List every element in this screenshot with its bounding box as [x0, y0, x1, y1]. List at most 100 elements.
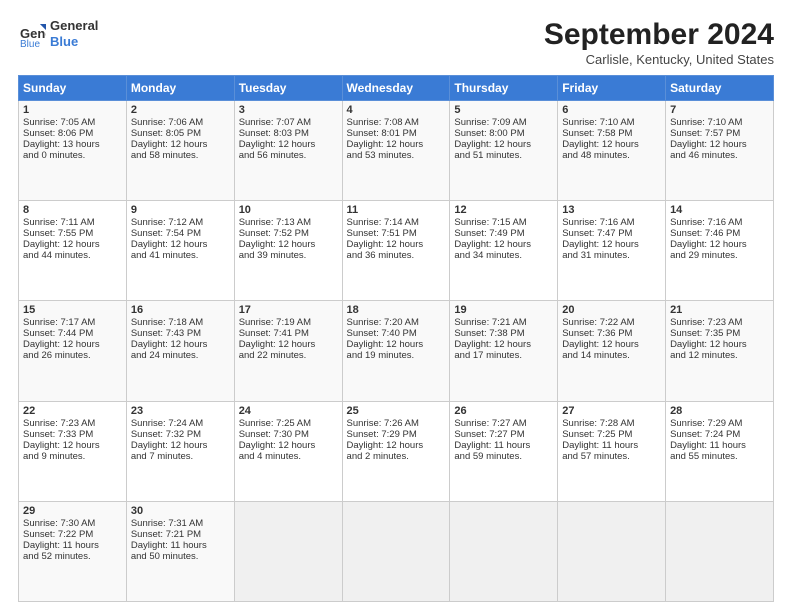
day-info-line: Sunset: 7:38 PM — [454, 328, 553, 339]
day-info-line: Daylight: 12 hours — [562, 139, 661, 150]
calendar-cell: 24Sunrise: 7:25 AMSunset: 7:30 PMDayligh… — [234, 401, 342, 501]
calendar-cell — [558, 501, 666, 601]
calendar-cell: 11Sunrise: 7:14 AMSunset: 7:51 PMDayligh… — [342, 201, 450, 301]
day-info-line: and 46 minutes. — [670, 150, 769, 161]
day-info-line: Sunset: 7:43 PM — [131, 328, 230, 339]
calendar-cell: 16Sunrise: 7:18 AMSunset: 7:43 PMDayligh… — [126, 301, 234, 401]
calendar-cell — [342, 501, 450, 601]
day-number: 5 — [454, 104, 553, 116]
day-info-line: Daylight: 11 hours — [23, 540, 122, 551]
calendar-cell: 10Sunrise: 7:13 AMSunset: 7:52 PMDayligh… — [234, 201, 342, 301]
calendar-cell — [450, 501, 558, 601]
day-number: 3 — [239, 104, 338, 116]
header-cell-monday: Monday — [126, 76, 234, 101]
day-info-line: Sunrise: 7:06 AM — [131, 117, 230, 128]
day-info-line: and 26 minutes. — [23, 350, 122, 361]
day-number: 11 — [347, 204, 446, 216]
calendar-header: SundayMondayTuesdayWednesdayThursdayFrid… — [19, 76, 774, 101]
week-row-0: 1Sunrise: 7:05 AMSunset: 8:06 PMDaylight… — [19, 101, 774, 201]
day-info-line: Sunrise: 7:20 AM — [347, 317, 446, 328]
day-number: 25 — [347, 405, 446, 417]
day-info-line: Sunset: 7:35 PM — [670, 328, 769, 339]
day-info-line: and 29 minutes. — [670, 250, 769, 261]
day-info-line: Sunset: 7:57 PM — [670, 128, 769, 139]
svg-text:Blue: Blue — [20, 39, 40, 48]
page: General Blue General Blue September 2024… — [0, 0, 792, 612]
logo-line1: General — [50, 18, 98, 34]
day-info-line: and 9 minutes. — [23, 451, 122, 462]
day-info-line: Sunrise: 7:12 AM — [131, 217, 230, 228]
day-info-line: Sunset: 7:27 PM — [454, 429, 553, 440]
calendar-cell: 28Sunrise: 7:29 AMSunset: 7:24 PMDayligh… — [666, 401, 774, 501]
day-number: 29 — [23, 505, 122, 517]
day-number: 30 — [131, 505, 230, 517]
day-info-line: Sunrise: 7:31 AM — [131, 518, 230, 529]
day-info-line: Sunrise: 7:26 AM — [347, 418, 446, 429]
header: General Blue General Blue September 2024… — [18, 18, 774, 67]
day-info-line: Sunrise: 7:17 AM — [23, 317, 122, 328]
day-info-line: Sunset: 7:33 PM — [23, 429, 122, 440]
day-info-line: Sunrise: 7:30 AM — [23, 518, 122, 529]
day-info-line: Sunrise: 7:22 AM — [562, 317, 661, 328]
day-info-line: Sunrise: 7:18 AM — [131, 317, 230, 328]
day-info-line: Daylight: 12 hours — [23, 239, 122, 250]
logo-line2: Blue — [50, 34, 98, 50]
day-info-line: Sunrise: 7:19 AM — [239, 317, 338, 328]
day-info-line: and 34 minutes. — [454, 250, 553, 261]
day-info-line: and 48 minutes. — [562, 150, 661, 161]
day-number: 22 — [23, 405, 122, 417]
day-number: 28 — [670, 405, 769, 417]
day-info-line: Sunset: 7:25 PM — [562, 429, 661, 440]
day-info-line: Sunset: 8:01 PM — [347, 128, 446, 139]
day-info-line: and 59 minutes. — [454, 451, 553, 462]
calendar-cell: 4Sunrise: 7:08 AMSunset: 8:01 PMDaylight… — [342, 101, 450, 201]
day-number: 23 — [131, 405, 230, 417]
month-title: September 2024 — [544, 18, 774, 52]
day-info-line: Sunrise: 7:10 AM — [670, 117, 769, 128]
day-info-line: Daylight: 12 hours — [562, 339, 661, 350]
day-info-line: and 44 minutes. — [23, 250, 122, 261]
day-info-line: Sunset: 8:00 PM — [454, 128, 553, 139]
header-cell-tuesday: Tuesday — [234, 76, 342, 101]
day-info-line: Sunset: 7:22 PM — [23, 529, 122, 540]
day-info-line: Sunrise: 7:10 AM — [562, 117, 661, 128]
logo-text: General Blue — [50, 18, 98, 49]
day-info-line: Sunrise: 7:14 AM — [347, 217, 446, 228]
day-info-line: Daylight: 12 hours — [347, 239, 446, 250]
day-info-line: Daylight: 12 hours — [239, 139, 338, 150]
day-number: 6 — [562, 104, 661, 116]
day-info-line: Daylight: 12 hours — [670, 139, 769, 150]
calendar-cell: 2Sunrise: 7:06 AMSunset: 8:05 PMDaylight… — [126, 101, 234, 201]
day-info-line: Daylight: 12 hours — [239, 339, 338, 350]
day-info-line: and 4 minutes. — [239, 451, 338, 462]
day-info-line: Sunrise: 7:09 AM — [454, 117, 553, 128]
day-info-line: and 57 minutes. — [562, 451, 661, 462]
calendar-cell: 23Sunrise: 7:24 AMSunset: 7:32 PMDayligh… — [126, 401, 234, 501]
day-info-line: Sunrise: 7:27 AM — [454, 418, 553, 429]
day-info-line: Sunrise: 7:16 AM — [670, 217, 769, 228]
day-info-line: Sunrise: 7:23 AM — [23, 418, 122, 429]
day-info-line: Sunset: 7:54 PM — [131, 228, 230, 239]
calendar-cell: 17Sunrise: 7:19 AMSunset: 7:41 PMDayligh… — [234, 301, 342, 401]
day-info-line: Sunset: 7:49 PM — [454, 228, 553, 239]
day-info-line: and 2 minutes. — [347, 451, 446, 462]
day-number: 20 — [562, 304, 661, 316]
day-info-line: and 24 minutes. — [131, 350, 230, 361]
day-number: 24 — [239, 405, 338, 417]
calendar-cell: 30Sunrise: 7:31 AMSunset: 7:21 PMDayligh… — [126, 501, 234, 601]
day-info-line: and 41 minutes. — [131, 250, 230, 261]
day-info-line: and 12 minutes. — [670, 350, 769, 361]
logo-icon: General Blue — [18, 20, 46, 48]
calendar-cell: 18Sunrise: 7:20 AMSunset: 7:40 PMDayligh… — [342, 301, 450, 401]
day-info-line: Sunrise: 7:11 AM — [23, 217, 122, 228]
day-number: 4 — [347, 104, 446, 116]
day-info-line: Sunrise: 7:08 AM — [347, 117, 446, 128]
day-info-line: and 0 minutes. — [23, 150, 122, 161]
calendar-cell: 8Sunrise: 7:11 AMSunset: 7:55 PMDaylight… — [19, 201, 127, 301]
day-info-line: and 51 minutes. — [454, 150, 553, 161]
calendar-cell: 14Sunrise: 7:16 AMSunset: 7:46 PMDayligh… — [666, 201, 774, 301]
day-number: 17 — [239, 304, 338, 316]
day-info-line: Sunset: 8:06 PM — [23, 128, 122, 139]
day-info-line: and 36 minutes. — [347, 250, 446, 261]
week-row-1: 8Sunrise: 7:11 AMSunset: 7:55 PMDaylight… — [19, 201, 774, 301]
